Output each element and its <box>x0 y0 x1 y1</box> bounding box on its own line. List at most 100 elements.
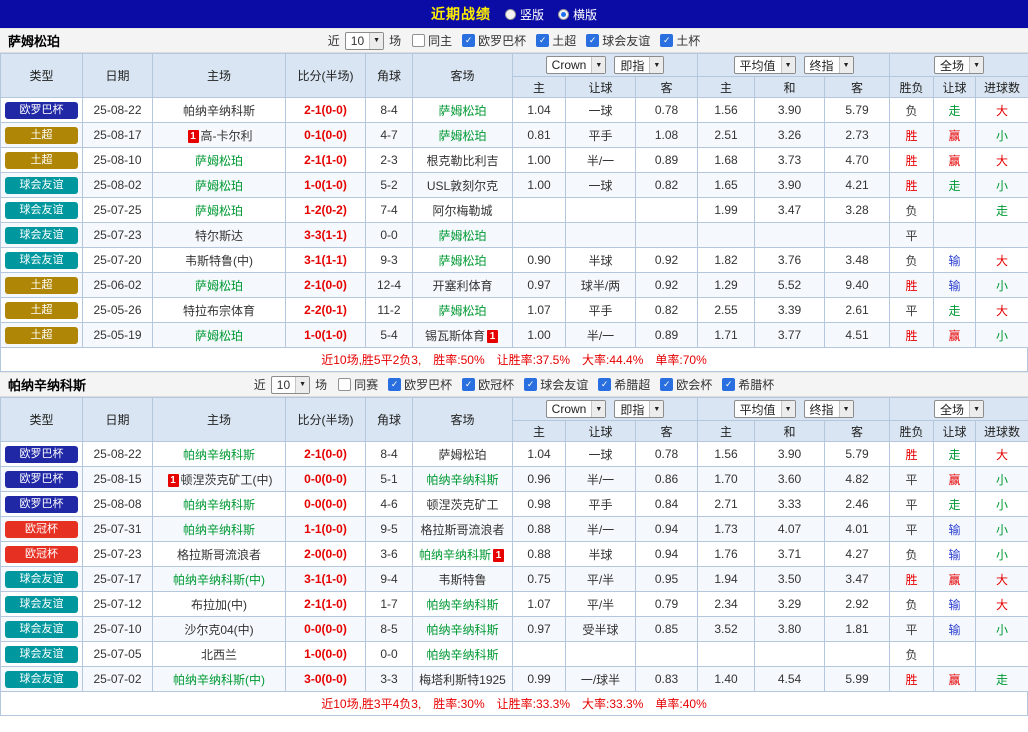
odds-source-select[interactable]: Crown▼ <box>546 400 607 418</box>
away-team-name: 梅塔利斯特1925 <box>419 673 506 687</box>
filter-checkbox[interactable]: ✓欧冠杯 <box>462 376 514 393</box>
checkbox-checked-icon: ✓ <box>462 34 475 47</box>
match-count-select[interactable]: 10▼ <box>345 32 384 50</box>
filter-checkbox[interactable]: ✓土超 <box>536 32 576 49</box>
league-cell: 欧冠杯 <box>1 542 83 567</box>
avg-away-cell: 1.81 <box>825 617 890 642</box>
filter-checkbox[interactable]: ✓希腊超 <box>598 376 650 393</box>
col-avg-home: 主 <box>698 77 755 98</box>
goals-result-cell: 小 <box>976 323 1028 348</box>
checkbox-checked-icon: ✓ <box>536 34 549 47</box>
league-cell: 土超 <box>1 148 83 173</box>
filter-checkbox[interactable]: ✓欧罗巴杯 <box>388 376 452 393</box>
odds-time-select[interactable]: 即指▼ <box>614 400 664 418</box>
summary-stat: 近10场,胜5平2负3, <box>321 351 421 368</box>
avg-home-cell: 2.71 <box>698 492 755 517</box>
goals-result-cell: 小 <box>976 467 1028 492</box>
match-row: 欧罗巴杯25-08-151顿涅茨克矿工(中)0-0(0-0)5-1帕纳辛纳科斯0… <box>1 467 1028 492</box>
final-odds-select[interactable]: 终指▼ <box>804 56 854 74</box>
away-team-cell: 萨姆松珀 <box>413 298 513 323</box>
handicap-result-cell: 输 <box>934 592 976 617</box>
scope-select[interactable]: 全场▼ <box>934 400 984 418</box>
summary-stat: 胜率:50% <box>433 351 484 368</box>
away-team-cell: 格拉斯哥流浪者 <box>413 517 513 542</box>
handicap-result-cell: 赢 <box>934 123 976 148</box>
summary-stat: 近10场,胜3平4负3, <box>321 695 421 712</box>
odds-time-select[interactable]: 即指▼ <box>614 56 664 74</box>
handicap-result-cell: 赢 <box>934 467 976 492</box>
summary-stat: 单率:40% <box>655 695 706 712</box>
layout-vertical-radio[interactable]: 竖版 <box>505 6 544 23</box>
scope-select[interactable]: 全场▼ <box>934 56 984 74</box>
league-badge: 球会友谊 <box>5 671 78 688</box>
match-row: 欧冠杯25-07-23格拉斯哥流浪者2-0(0-0)3-6帕纳辛纳科斯10.88… <box>1 542 1028 567</box>
avg-draw-cell: 4.54 <box>755 667 825 692</box>
avg-draw-cell <box>755 642 825 667</box>
goals-result-cell: 小 <box>976 542 1028 567</box>
home-team-cell: 1顿涅茨克矿工(中) <box>153 467 286 492</box>
filter-checkbox[interactable]: ✓土杯 <box>660 32 700 49</box>
goals-result-cell: 小 <box>976 517 1028 542</box>
date-cell: 25-07-17 <box>83 567 153 592</box>
odds-source-select[interactable]: Crown▼ <box>546 56 607 74</box>
league-badge: 球会友谊 <box>5 621 78 638</box>
col-away: 客场 <box>413 398 513 442</box>
odds-handicap-cell <box>566 223 636 248</box>
chevron-down-icon: ▼ <box>649 401 663 417</box>
odds-handicap-cell <box>566 198 636 223</box>
avg-draw-cell: 3.29 <box>755 592 825 617</box>
date-cell: 25-08-22 <box>83 98 153 123</box>
filter-checkbox[interactable]: ✓欧罗巴杯 <box>462 32 526 49</box>
col-odds-handicap: 让球 <box>566 77 636 98</box>
handicap-result-cell: 赢 <box>934 148 976 173</box>
filter-checkbox[interactable]: ✓欧会杯 <box>660 376 712 393</box>
section-team-name: 帕纳辛纳科斯 <box>8 375 86 394</box>
avg-away-cell: 4.21 <box>825 173 890 198</box>
date-cell: 25-08-10 <box>83 148 153 173</box>
summary-stat: 胜率:30% <box>433 695 484 712</box>
checkbox-label: 土超 <box>552 32 576 49</box>
filter-checkbox[interactable]: ✓希腊杯 <box>722 376 774 393</box>
filter-checkbox[interactable]: ✓球会友谊 <box>586 32 650 49</box>
home-team-cell: 北西兰 <box>153 642 286 667</box>
handicap-result-cell: 输 <box>934 617 976 642</box>
avg-draw-cell: 3.90 <box>755 98 825 123</box>
odds-home-cell <box>513 642 566 667</box>
summary-line: 近10场,胜3平4负3,胜率:30%让胜率:33.3%大率:33.3%单率:40… <box>0 692 1028 716</box>
league-badge: 球会友谊 <box>5 177 78 194</box>
col-away: 客场 <box>413 54 513 98</box>
summary-line: 近10场,胜5平2负3,胜率:50%让胜率:37.5%大率:44.4%单率:70… <box>0 348 1028 372</box>
away-team-cell: 帕纳辛纳科斯 <box>413 467 513 492</box>
avg-away-cell: 9.40 <box>825 273 890 298</box>
avg-away-cell: 5.79 <box>825 442 890 467</box>
checkbox-unchecked-icon <box>412 34 425 47</box>
final-odds-select[interactable]: 终指▼ <box>804 400 854 418</box>
date-cell: 25-07-31 <box>83 517 153 542</box>
away-team-name: 阿尔梅勒城 <box>432 204 492 218</box>
match-count-select[interactable]: 10▼ <box>271 376 310 394</box>
odds-handicap-cell: 一球 <box>566 98 636 123</box>
summary-stat: 让胜率:33.3% <box>497 695 570 712</box>
col-avg-draw: 和 <box>755 77 825 98</box>
odds-home-cell: 1.07 <box>513 298 566 323</box>
date-cell: 25-08-17 <box>83 123 153 148</box>
avg-source-select[interactable]: 平均值▼ <box>734 56 796 74</box>
radio-selected-icon <box>558 9 569 20</box>
away-team-name: 萨姆松珀 <box>438 448 486 462</box>
league-cell: 球会友谊 <box>1 248 83 273</box>
home-team-cell: 帕纳辛纳科斯 <box>153 98 286 123</box>
layout-horizontal-radio[interactable]: 横版 <box>558 6 597 23</box>
home-team-cell: 帕纳辛纳科斯(中) <box>153 667 286 692</box>
filter-checkbox[interactable]: 同主 <box>412 32 452 49</box>
summary-stat: 大率:44.4% <box>582 351 643 368</box>
filter-checkbox[interactable]: ✓球会友谊 <box>524 376 588 393</box>
filter-checkbox[interactable]: 同赛 <box>338 376 378 393</box>
score-cell: 2-1(1-0) <box>286 148 366 173</box>
odds-handicap-cell: 半球 <box>566 248 636 273</box>
col-result: 胜负 <box>890 77 934 98</box>
corner-cell: 11-2 <box>366 298 413 323</box>
avg-source-select[interactable]: 平均值▼ <box>734 400 796 418</box>
league-badge: 球会友谊 <box>5 227 78 244</box>
away-team-name: 帕纳辛纳科斯 <box>426 598 498 612</box>
odds-handicap-cell: 平手 <box>566 123 636 148</box>
